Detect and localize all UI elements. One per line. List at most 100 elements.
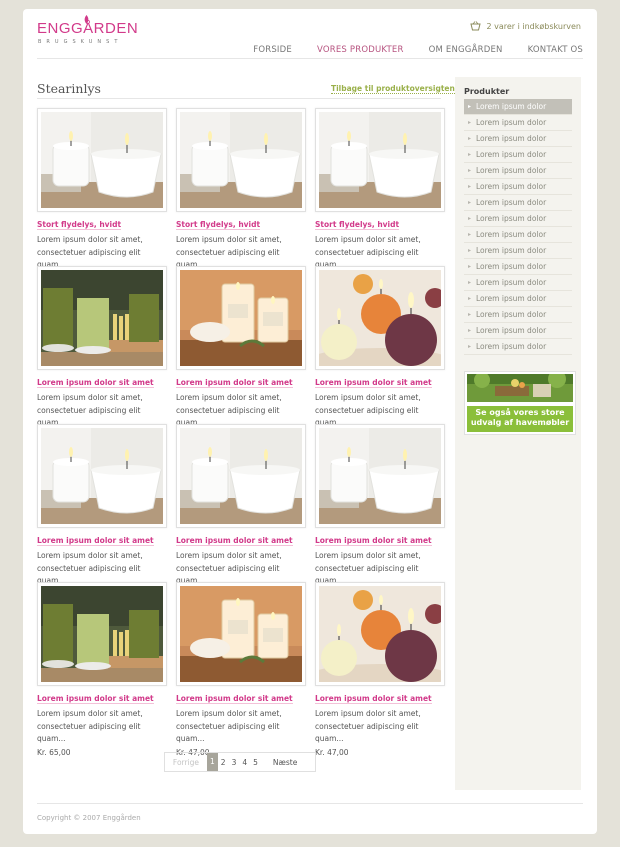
product-name[interactable]: Lorem ipsum dolor sit amet — [37, 694, 154, 704]
site-logo[interactable]: ENGGÅRDEN BRUGSKUNST — [37, 15, 139, 52]
product-image[interactable] — [315, 108, 445, 212]
product-image[interactable] — [37, 582, 167, 686]
product-name[interactable]: Lorem ipsum dolor sit amet — [315, 378, 432, 388]
product-card[interactable]: Lorem ipsum dolor sit amet Lorem ipsum d… — [37, 266, 167, 441]
product-card[interactable]: Lorem ipsum dolor sit amet Lorem ipsum d… — [315, 424, 445, 599]
candle-photo — [319, 270, 441, 366]
chevron-right-icon: ▸ — [468, 183, 472, 190]
product-name[interactable]: Lorem ipsum dolor sit amet — [37, 536, 154, 546]
sidebar-item-label: Lorem ipsum dolor — [476, 134, 547, 143]
sidebar-item[interactable]: ▸ Lorem ipsum dolor — [464, 147, 572, 163]
product-name[interactable]: Stort flydelys, hvidt — [176, 220, 261, 230]
product-card[interactable]: Lorem ipsum dolor sit amet Lorem ipsum d… — [315, 582, 445, 757]
product-card[interactable]: Lorem ipsum dolor sit amet Lorem ipsum d… — [176, 424, 306, 599]
product-image[interactable] — [315, 582, 445, 686]
product-image[interactable] — [37, 266, 167, 370]
product-card[interactable]: Stort flydelys, hvidt Lorem ipsum dolor … — [176, 108, 306, 283]
cart-link[interactable]: 2 varer i indkøbskurven — [470, 21, 581, 31]
product-card[interactable]: Stort flydelys, hvidt Lorem ipsum dolor … — [315, 108, 445, 283]
title-divider — [37, 98, 441, 99]
sidebar-item[interactable]: ▸ Lorem ipsum dolor — [464, 99, 572, 115]
sidebar-item-label: Lorem ipsum dolor — [476, 278, 547, 287]
chevron-right-icon: ▸ — [468, 119, 472, 126]
nav-item-kontakt-os[interactable]: KONTAKT OS — [528, 45, 583, 59]
sidebar-item[interactable]: ▸ Lorem ipsum dolor — [464, 195, 572, 211]
product-card[interactable]: Lorem ipsum dolor sit amet Lorem ipsum d… — [176, 582, 306, 757]
candle-photo — [180, 270, 302, 366]
product-name[interactable]: Lorem ipsum dolor sit amet — [176, 694, 293, 704]
product-image[interactable] — [176, 424, 306, 528]
sidebar-item[interactable]: ▸ Lorem ipsum dolor — [464, 163, 572, 179]
nav-item-vores-produkter[interactable]: VORES PRODUKTER — [316, 45, 404, 59]
product-image[interactable] — [315, 424, 445, 528]
sidebar-item[interactable]: ▸ Lorem ipsum dolor — [464, 323, 572, 339]
product-image[interactable] — [315, 266, 445, 370]
product-name[interactable]: Stort flydelys, hvidt — [37, 220, 122, 230]
product-card[interactable]: Lorem ipsum dolor sit amet Lorem ipsum d… — [176, 266, 306, 441]
chevron-right-icon: ▸ — [468, 279, 472, 286]
chevron-right-icon: ▸ — [468, 103, 472, 110]
product-image[interactable] — [37, 108, 167, 212]
back-to-overview-link[interactable]: Tilbage til produktoversigten — [331, 84, 455, 94]
sidebar-item[interactable]: ▸ Lorem ipsum dolor — [464, 211, 572, 227]
product-name[interactable]: Lorem ipsum dolor sit amet — [176, 536, 293, 546]
chevron-right-icon: ▸ — [468, 311, 472, 318]
candle-photo — [180, 586, 302, 682]
product-name[interactable]: Lorem ipsum dolor sit amet — [37, 378, 154, 388]
product-image[interactable] — [176, 108, 306, 212]
pager-next-button[interactable]: Næste — [273, 758, 297, 767]
cart-text: 2 varer i indkøbskurven — [486, 21, 581, 31]
product-description: Lorem ipsum dolor sit amet, consectetuer… — [37, 709, 143, 743]
product-card[interactable]: Lorem ipsum dolor sit amet Lorem ipsum d… — [37, 424, 167, 599]
nav-item-forside[interactable]: FORSIDE — [253, 45, 292, 59]
page-container: ENGGÅRDEN BRUGSKUNST 2 varer i indkøbsku… — [23, 9, 597, 834]
sidebar-item-label: Lorem ipsum dolor — [476, 198, 547, 207]
sidebar-item[interactable]: ▸ Lorem ipsum dolor — [464, 131, 572, 147]
pager-page-4[interactable]: 4 — [239, 758, 250, 767]
product-card[interactable]: Stort flydelys, hvidt Lorem ipsum dolor … — [37, 108, 167, 283]
product-image[interactable] — [176, 582, 306, 686]
sidebar-item[interactable]: ▸ Lorem ipsum dolor — [464, 339, 572, 355]
sidebar-item[interactable]: ▸ Lorem ipsum dolor — [464, 115, 572, 131]
product-image[interactable] — [37, 424, 167, 528]
logo-text: ENGGÅRDEN — [37, 20, 139, 37]
logo-subtitle: BRUGSKUNST — [38, 39, 123, 45]
product-name[interactable]: Lorem ipsum dolor sit amet — [315, 536, 432, 546]
product-card[interactable]: Lorem ipsum dolor sit amet Lorem ipsum d… — [37, 582, 167, 757]
nav-item-om-enggaarden[interactable]: OM ENGGÅRDEN — [429, 45, 503, 59]
chevron-right-icon: ▸ — [468, 151, 472, 158]
sidebar-item[interactable]: ▸ Lorem ipsum dolor — [464, 291, 572, 307]
chevron-right-icon: ▸ — [468, 327, 472, 334]
candle-photo — [41, 112, 163, 208]
sidebar-item[interactable]: ▸ Lorem ipsum dolor — [464, 227, 572, 243]
chevron-right-icon: ▸ — [468, 343, 472, 350]
chevron-right-icon: ▸ — [468, 295, 472, 302]
chevron-right-icon: ▸ — [468, 247, 472, 254]
sidebar-item[interactable]: ▸ Lorem ipsum dolor — [464, 307, 572, 323]
product-name[interactable]: Lorem ipsum dolor sit amet — [176, 378, 293, 388]
sidebar-item-label: Lorem ipsum dolor — [476, 262, 547, 271]
candle-photo — [41, 270, 163, 366]
sidebar-item-label: Lorem ipsum dolor — [476, 326, 547, 335]
sidebar-item[interactable]: ▸ Lorem ipsum dolor — [464, 243, 572, 259]
pager-prev-button[interactable]: Forrige — [165, 758, 207, 767]
product-description: Lorem ipsum dolor sit amet, consectetuer… — [315, 709, 421, 743]
candle-photo — [180, 428, 302, 524]
sidebar-item[interactable]: ▸ Lorem ipsum dolor — [464, 259, 572, 275]
product-card[interactable]: Lorem ipsum dolor sit amet Lorem ipsum d… — [315, 266, 445, 441]
sidebar-item-label: Lorem ipsum dolor — [476, 118, 547, 127]
chevron-right-icon: ▸ — [468, 231, 472, 238]
sidebar-item[interactable]: ▸ Lorem ipsum dolor — [464, 179, 572, 195]
sidebar-item-label: Lorem ipsum dolor — [476, 246, 547, 255]
sidebar-item-label: Lorem ipsum dolor — [476, 294, 547, 303]
pager-page-1[interactable]: 1 — [207, 753, 218, 771]
sidebar-item[interactable]: ▸ Lorem ipsum dolor — [464, 275, 572, 291]
product-image[interactable] — [176, 266, 306, 370]
pager-page-3[interactable]: 3 — [229, 758, 240, 767]
product-name[interactable]: Lorem ipsum dolor sit amet — [315, 694, 432, 704]
pager-page-2[interactable]: 2 — [218, 758, 229, 767]
product-name[interactable]: Stort flydelys, hvidt — [315, 220, 400, 230]
garden-furniture-promo[interactable]: Se også vores store udvalg af havemøbler — [464, 370, 576, 435]
pager-page-5[interactable]: 5 — [250, 758, 261, 767]
garden-photo — [467, 370, 573, 402]
